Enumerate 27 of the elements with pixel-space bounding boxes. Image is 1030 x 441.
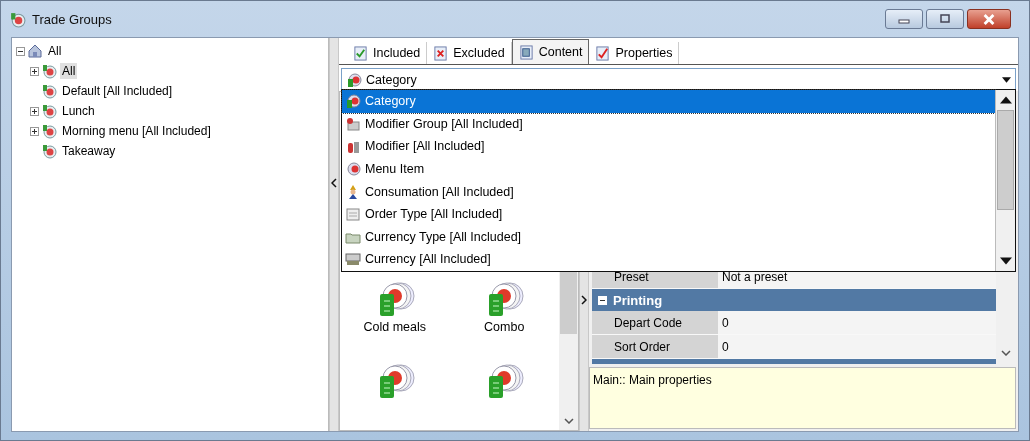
property-name: Sort Order — [592, 335, 718, 358]
category-dropdown[interactable]: Category — [341, 68, 1016, 91]
dropdown-item[interactable]: Category — [342, 90, 995, 113]
property-value[interactable]: 0 — [718, 335, 996, 358]
tree-item[interactable]: All — [60, 63, 78, 79]
property-name: Depart Code — [592, 311, 718, 334]
tab[interactable]: Excluded — [427, 42, 512, 64]
section-header[interactable]: Printing — [592, 289, 996, 311]
dropdown-item[interactable]: Modifier [All Included] — [342, 135, 995, 158]
dropdown-item[interactable]: Modifier Group [All Included] — [342, 112, 995, 136]
tree-item[interactable]: Default [All Included] — [60, 83, 175, 99]
tree-item[interactable]: Takeaway — [60, 143, 118, 159]
dropdown-item[interactable]: Menu Item — [342, 157, 995, 181]
tree-item[interactable]: Lunch — [60, 103, 97, 119]
tree-item[interactable]: All — [46, 43, 64, 59]
tab[interactable]: Included — [347, 42, 428, 64]
description-box: Main:: Main properties — [589, 367, 1016, 429]
category-label[interactable]: Combo — [484, 320, 525, 334]
dropdown-item[interactable]: Consumation [All Included] — [342, 180, 995, 203]
property-value[interactable]: 0 — [718, 311, 996, 334]
tab[interactable]: Content — [511, 39, 590, 64]
category-label[interactable]: Cold meals — [363, 320, 426, 334]
tab[interactable]: Properties — [589, 42, 680, 64]
dropdown-item[interactable]: Order Type [All Included] — [342, 202, 995, 226]
window-title: Trade Groups — [32, 11, 113, 27]
tree-item[interactable]: Morning menu [All Included] — [60, 123, 213, 139]
dropdown-item[interactable]: Currency Type [All Included] — [342, 225, 995, 249]
